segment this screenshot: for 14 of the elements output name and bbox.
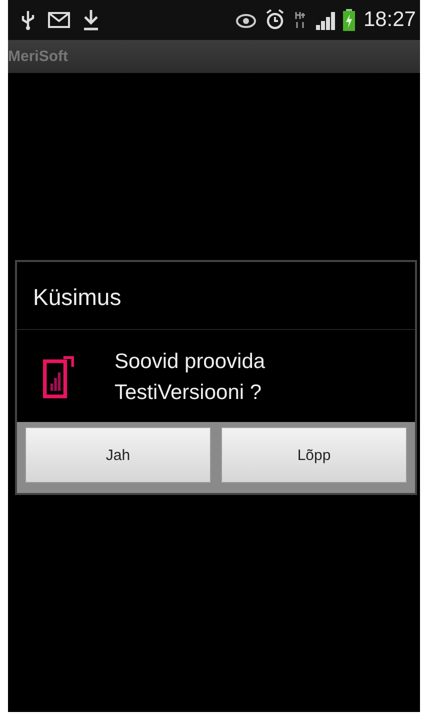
dialog-button[interactable]: Jah bbox=[25, 427, 211, 483]
download-icon bbox=[82, 9, 100, 31]
dialog-message: Soovid proovida TestiVersiooni ? bbox=[114, 349, 266, 406]
eye-icon bbox=[235, 12, 258, 28]
signal-icon bbox=[315, 10, 336, 30]
mail-icon bbox=[48, 12, 70, 28]
usb-icon bbox=[20, 9, 36, 31]
battery-icon bbox=[343, 9, 356, 31]
dialog-button[interactable]: Lõpp bbox=[221, 427, 407, 483]
alarm-icon bbox=[265, 9, 286, 31]
app-title: MeriSoft bbox=[8, 48, 68, 65]
app-logo-icon bbox=[43, 354, 74, 400]
dialog-title: Küsimus bbox=[17, 262, 415, 330]
clock-time: 18:27 bbox=[363, 8, 416, 32]
